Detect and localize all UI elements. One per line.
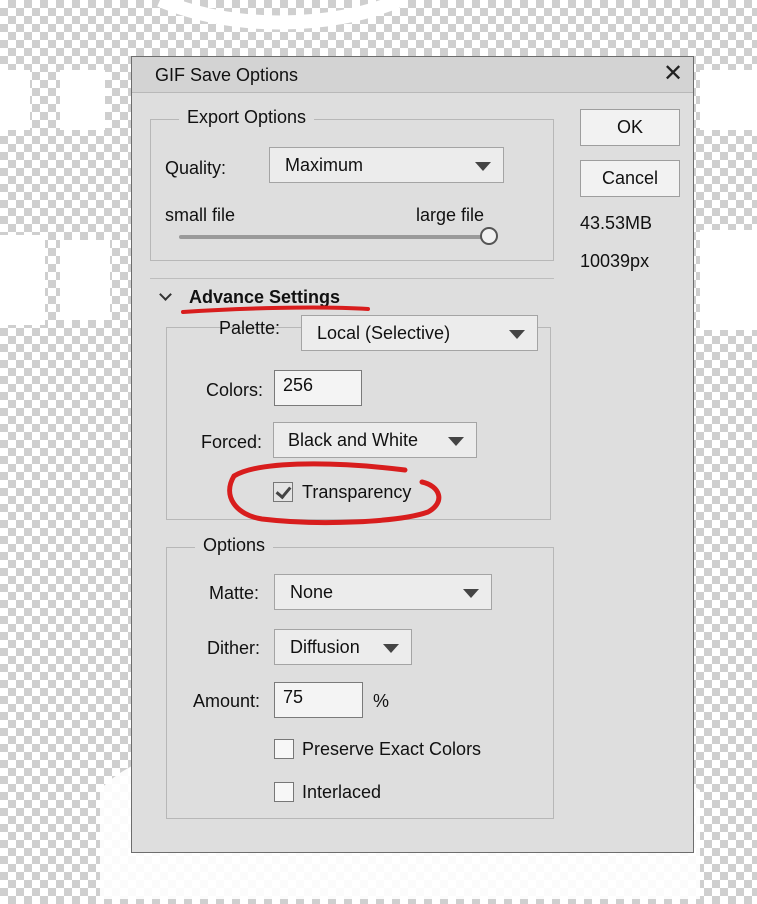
palette-value: Local (Selective) [317, 323, 451, 343]
advance-settings-title[interactable]: Advance Settings [189, 287, 340, 308]
amount-label: Amount: [193, 691, 261, 711]
close-button[interactable]: ✕ [659, 60, 687, 88]
interlaced-label[interactable]: Interlaced [302, 782, 381, 803]
export-options-legend: Export Options [179, 107, 315, 128]
checkmark-icon [275, 482, 292, 500]
quality-value: Maximum [285, 155, 364, 175]
chevron-down-icon [475, 162, 491, 171]
forced-label: Forced: [201, 432, 263, 452]
dialog-title: GIF Save Options [155, 65, 299, 85]
chevron-down-icon [463, 589, 479, 598]
chevron-down-icon [448, 437, 464, 446]
file-size-readout: 43.53MB [580, 213, 653, 233]
colors-input[interactable]: 256 [274, 370, 362, 406]
dither-label: Dither: [207, 638, 261, 658]
section-separator [150, 278, 554, 279]
quality-label: Quality: [165, 158, 227, 178]
ok-button[interactable]: OK [580, 109, 680, 146]
dither-value: Diffusion [290, 637, 360, 657]
chevron-down-icon [383, 644, 399, 653]
palette-label: Palette: [219, 318, 281, 338]
matte-label: Matte: [209, 583, 260, 603]
forced-dropdown[interactable]: Black and White [273, 422, 477, 458]
preserve-exact-colors-label[interactable]: Preserve Exact Colors [302, 739, 481, 760]
options-group: Options Matte: None Dither: Diffusion Am… [166, 535, 554, 819]
options-legend: Options [195, 535, 274, 556]
quality-dropdown[interactable]: Maximum [269, 147, 504, 183]
quality-slider-track[interactable] [179, 235, 489, 239]
forced-value: Black and White [288, 430, 419, 450]
collapse-chevron-icon[interactable] [159, 288, 172, 301]
matte-dropdown[interactable]: None [274, 574, 492, 610]
slider-max-label: large file [416, 205, 485, 225]
dialog-titlebar: GIF Save Options ✕ [132, 57, 693, 93]
interlaced-checkbox[interactable] [274, 782, 294, 802]
transparency-label[interactable]: Transparency [302, 482, 411, 503]
dither-dropdown[interactable]: Diffusion [274, 629, 412, 665]
dimension-readout: 10039px [580, 251, 650, 271]
preserve-exact-colors-checkbox[interactable] [274, 739, 294, 759]
palette-dropdown[interactable]: Local (Selective) [301, 315, 538, 351]
quality-slider-thumb[interactable] [480, 227, 498, 245]
amount-input[interactable]: 75 [274, 682, 363, 718]
transparency-checkbox[interactable] [273, 482, 293, 502]
cancel-button[interactable]: Cancel [580, 160, 680, 197]
matte-value: None [290, 582, 334, 602]
colors-label: Colors: [206, 380, 264, 400]
chevron-down-icon [509, 330, 525, 339]
advance-settings-group: Palette: Local (Selective) Colors: 256 F… [166, 315, 551, 520]
amount-unit: % [373, 691, 390, 711]
slider-min-label: small file [165, 205, 236, 225]
export-options-group: Export Options Quality: Maximum small fi… [150, 107, 554, 261]
close-icon: ✕ [662, 60, 684, 87]
gif-save-options-dialog: GIF Save Options ✕ OK Cancel 43.53MB 100… [131, 56, 694, 853]
